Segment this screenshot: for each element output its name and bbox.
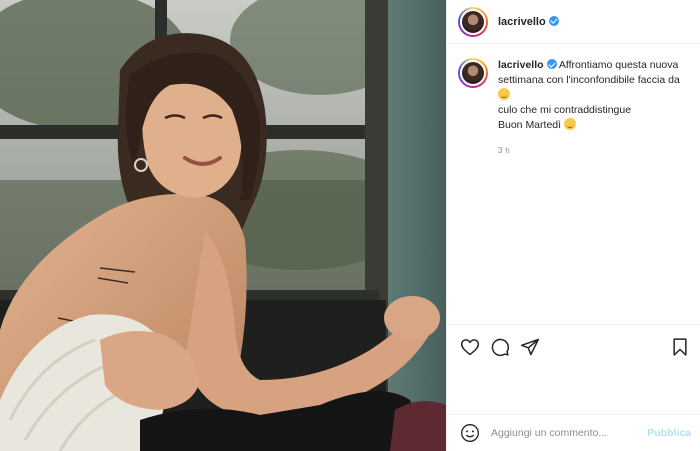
caption-block: lacrivello Affrontiamo questa nuova sett…	[447, 44, 700, 158]
caption-avatar[interactable]	[458, 58, 488, 88]
laughing-emoji-icon	[498, 88, 510, 100]
like-button[interactable]	[459, 336, 481, 358]
comment-button[interactable]	[489, 336, 511, 358]
publish-button[interactable]: Pubblica	[647, 427, 691, 439]
caption-text: lacrivello Affrontiamo questa nuova sett…	[498, 58, 688, 158]
avatar[interactable]	[458, 6, 488, 37]
add-comment-bar: Pubblica	[447, 414, 700, 451]
post-header: lacrivello	[447, 0, 700, 44]
comment-icon	[491, 338, 510, 356]
smile-icon	[461, 424, 479, 442]
save-button[interactable]	[669, 336, 691, 358]
caption-line-4: Buon Martedì	[498, 119, 562, 131]
emoji-picker-button[interactable]	[459, 422, 481, 444]
post-side-panel: lacrivello lacrivello Affrontiamo questa…	[446, 0, 700, 451]
comment-input[interactable]	[491, 427, 648, 439]
heart-icon	[460, 338, 480, 355]
share-button[interactable]	[519, 336, 541, 358]
caption-line-2: settimana con l'inconfondibile faccia da	[498, 74, 680, 86]
caption-line-1: Affrontiamo questa nuova	[558, 59, 679, 71]
caption-line-3: culo che mi contraddistingue	[498, 104, 632, 116]
action-bar	[447, 324, 700, 368]
post-photo[interactable]	[0, 0, 446, 451]
smiling-emoji-icon	[563, 118, 576, 130]
bookmark-icon	[673, 337, 687, 356]
send-icon	[520, 338, 540, 355]
verified-badge-icon	[546, 59, 557, 69]
header-username[interactable]: lacrivello	[498, 15, 559, 28]
caption-username[interactable]: lacrivello	[498, 59, 544, 71]
post-timestamp[interactable]: 3 h	[498, 143, 688, 158]
verified-badge-icon	[548, 15, 559, 26]
